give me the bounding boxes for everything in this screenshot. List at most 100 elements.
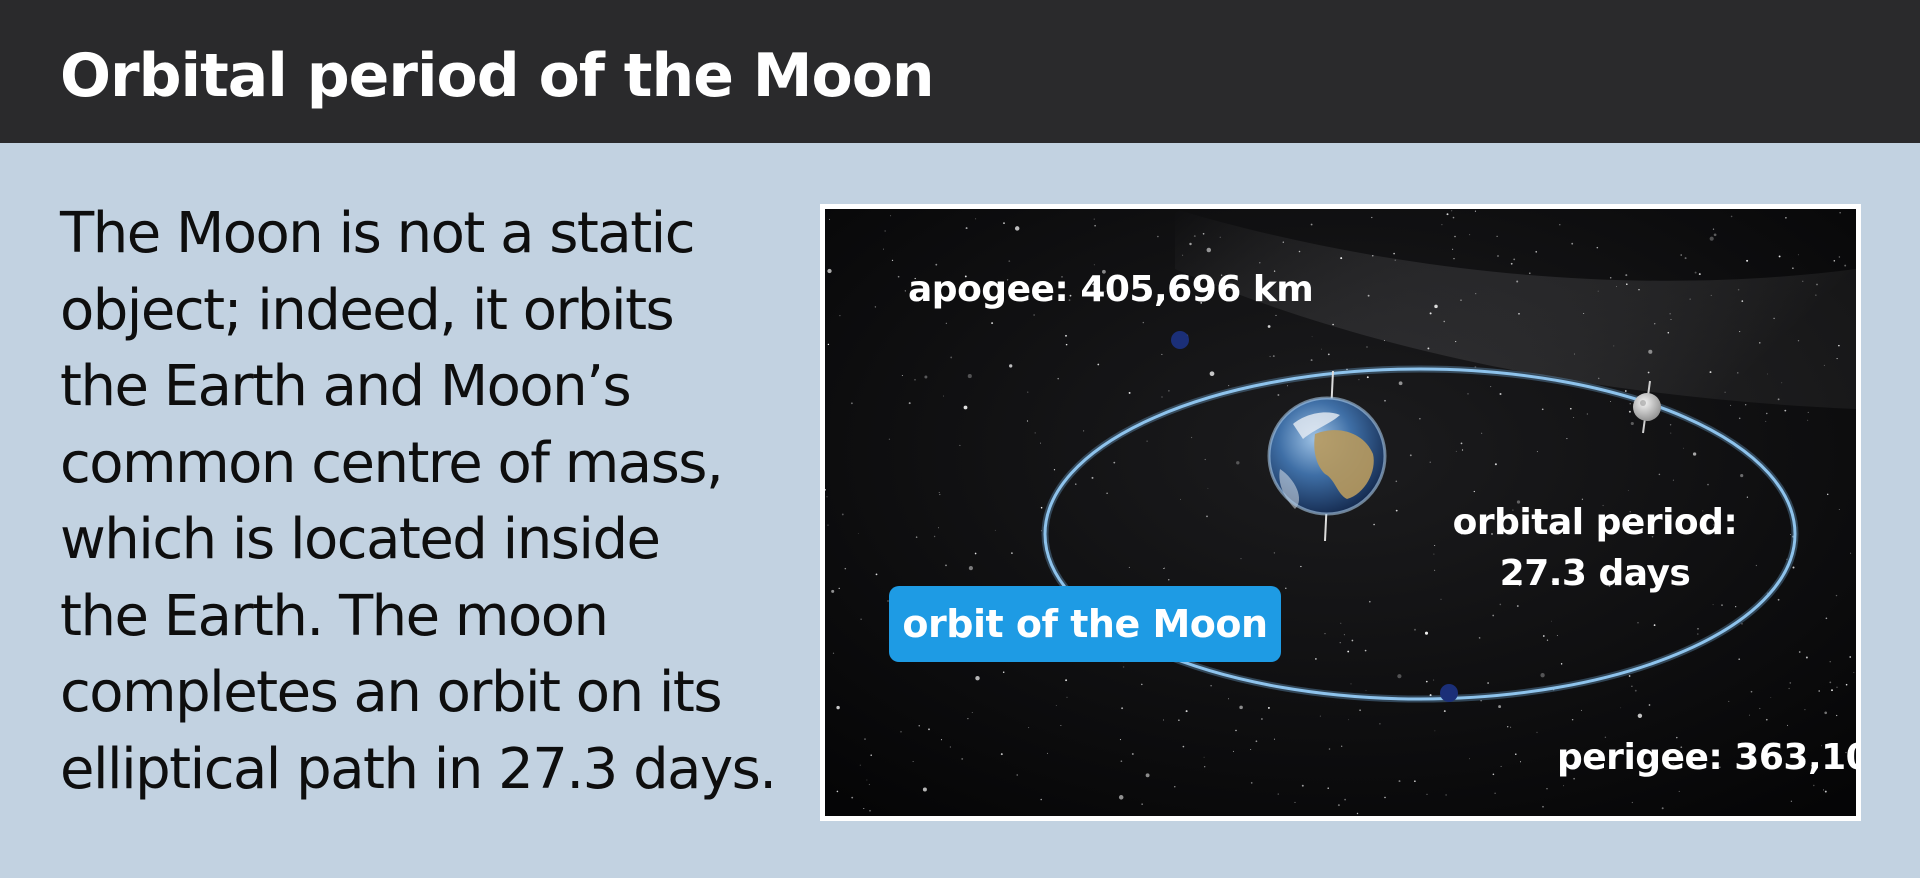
star: [1573, 777, 1575, 780]
star: [1359, 709, 1361, 712]
star: [1829, 661, 1831, 663]
star: [1106, 492, 1108, 494]
star: [1684, 257, 1687, 260]
star: [1487, 682, 1489, 684]
star: [933, 535, 936, 538]
star: [1277, 793, 1279, 795]
star: [1597, 290, 1599, 292]
star: [1781, 382, 1783, 384]
star: [1057, 377, 1059, 380]
star: [1298, 250, 1301, 253]
star: [967, 374, 972, 379]
star: [1366, 376, 1369, 379]
star: [945, 322, 947, 324]
star: [1121, 707, 1124, 710]
star: [1678, 790, 1680, 792]
star: [1741, 300, 1744, 302]
star: [1815, 294, 1817, 296]
star: [994, 529, 996, 531]
star: [887, 600, 889, 602]
star: [965, 227, 968, 230]
star: [1445, 794, 1447, 796]
star: [1766, 412, 1768, 415]
star: [1475, 293, 1477, 295]
star: [1490, 386, 1492, 388]
star: [1180, 498, 1182, 500]
star: [1586, 413, 1588, 415]
star: [1343, 634, 1345, 636]
star: [1461, 449, 1464, 451]
star: [1707, 483, 1709, 486]
star: [1824, 790, 1827, 793]
star: [1647, 371, 1650, 374]
star: [1836, 714, 1838, 717]
star: [1128, 566, 1130, 568]
star: [1825, 617, 1828, 620]
star: [1853, 672, 1855, 673]
star: [1337, 804, 1340, 807]
star: [1191, 436, 1193, 439]
star: [1016, 774, 1018, 776]
star: [1507, 726, 1509, 728]
star: [1395, 480, 1398, 483]
star: [1759, 342, 1761, 344]
orbital-period-label-line1: orbital period:: [1453, 502, 1738, 543]
star: [1630, 421, 1634, 426]
star: [967, 717, 969, 720]
star: [1028, 727, 1030, 729]
star: [1813, 784, 1815, 787]
star: [1563, 785, 1565, 787]
star: [1849, 656, 1852, 658]
star: [1805, 656, 1808, 659]
star: [1398, 381, 1403, 386]
star: [1384, 399, 1386, 402]
star: [1083, 430, 1085, 432]
star: [1541, 408, 1544, 411]
star: [1626, 283, 1628, 285]
star: [1498, 705, 1502, 709]
star: [859, 764, 861, 766]
star: [1759, 707, 1761, 710]
star: [1204, 458, 1206, 461]
star: [1785, 216, 1787, 219]
star: [1113, 461, 1116, 464]
star: [1272, 355, 1275, 358]
star: [908, 402, 911, 405]
star: [1850, 552, 1852, 554]
star: [1341, 745, 1343, 747]
star: [1566, 438, 1568, 440]
star: [1746, 259, 1749, 262]
star: [1824, 711, 1828, 715]
star: [959, 444, 961, 446]
star: [1185, 710, 1188, 713]
star: [1454, 235, 1456, 238]
star: [864, 738, 866, 740]
star: [1784, 409, 1787, 412]
star: [1040, 506, 1043, 509]
star: [1273, 552, 1276, 554]
star: [1332, 323, 1334, 326]
star: [1091, 476, 1094, 479]
star: [1219, 236, 1221, 238]
star: [963, 405, 968, 410]
star: [1273, 738, 1276, 740]
star: [841, 513, 844, 516]
star: [1414, 780, 1416, 782]
star: [868, 783, 871, 786]
star: [1510, 262, 1513, 265]
star: [1141, 803, 1143, 805]
star: [1255, 740, 1258, 743]
star: [1845, 683, 1848, 686]
star: [1739, 331, 1741, 333]
star: [1434, 545, 1436, 546]
star: [1831, 689, 1833, 692]
star: [942, 395, 944, 397]
star: [838, 587, 840, 590]
star: [850, 402, 853, 405]
star: [827, 343, 830, 346]
star: [1680, 254, 1682, 256]
star: [1667, 331, 1670, 334]
star: [1460, 299, 1462, 302]
star: [1075, 483, 1077, 485]
star: [1478, 637, 1481, 639]
